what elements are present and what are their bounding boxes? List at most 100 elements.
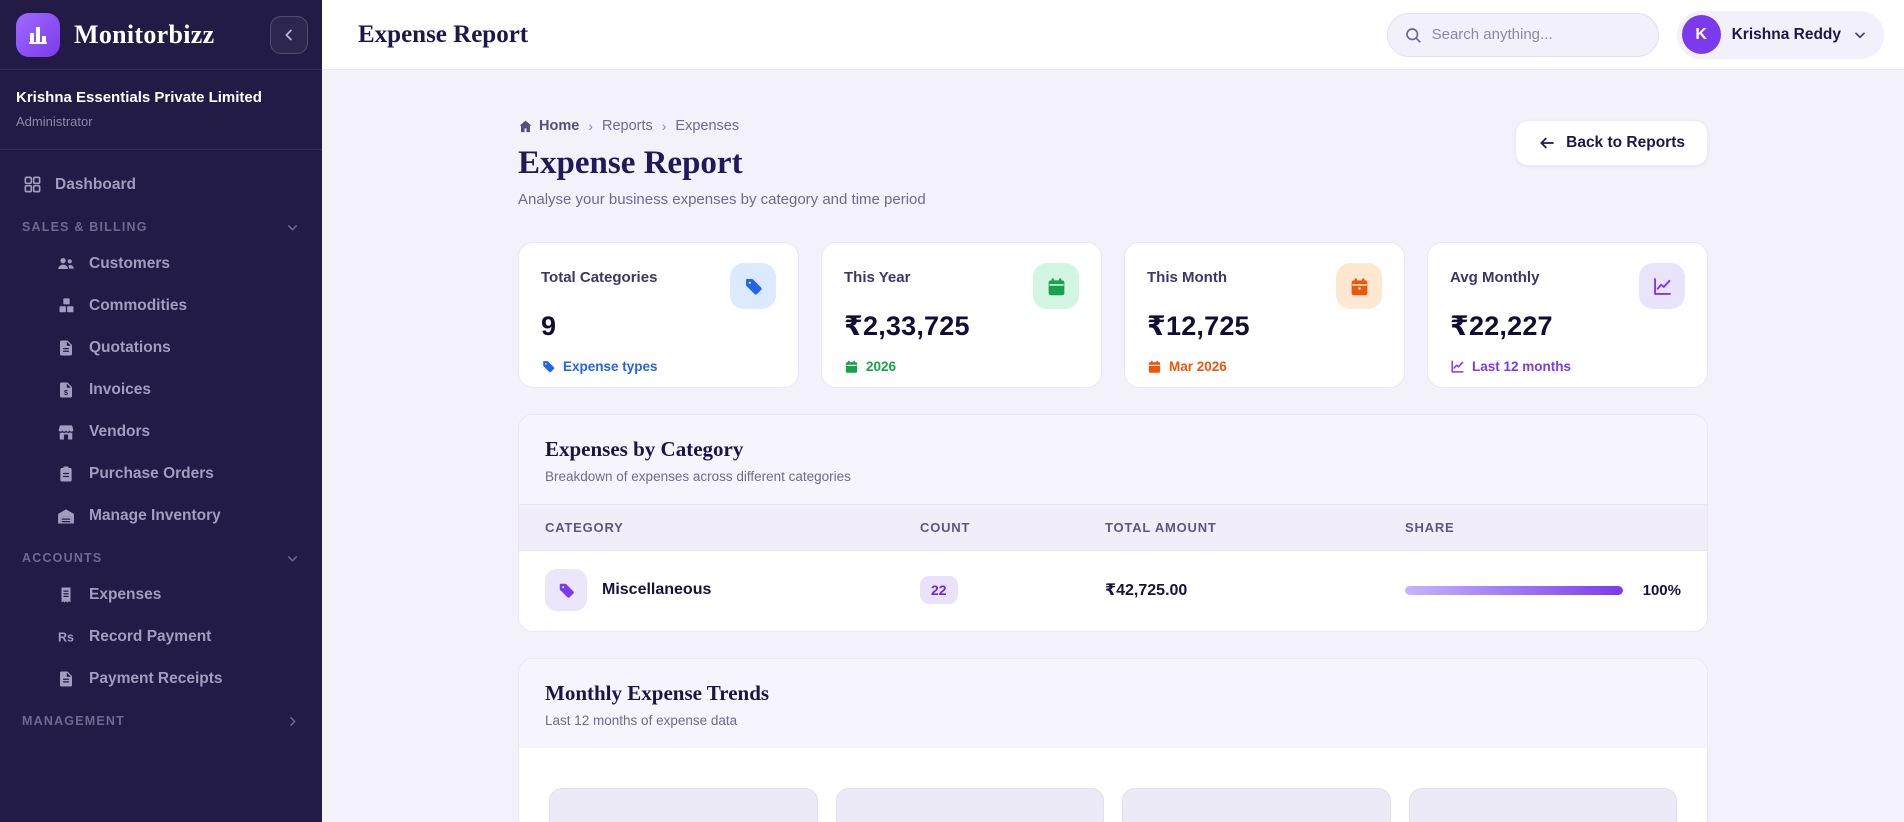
sidebar-item-label: Customers bbox=[89, 254, 170, 272]
breadcrumb-reports[interactable]: Reports bbox=[602, 118, 653, 134]
section-label: ACCOUNTS bbox=[22, 551, 103, 565]
user-menu[interactable]: K Krishna Reddy bbox=[1676, 10, 1884, 59]
sidebar-item-vendors[interactable]: Vendors bbox=[14, 411, 308, 453]
sidebar-item-dashboard[interactable]: Dashboard bbox=[14, 164, 308, 206]
sidebar-item-invoices[interactable]: $ Invoices bbox=[14, 369, 308, 411]
bar-chart-icon bbox=[26, 23, 50, 47]
arrow-left-icon bbox=[1538, 134, 1556, 152]
app-logo bbox=[16, 12, 60, 57]
breadcrumb-expenses: Expenses bbox=[675, 118, 740, 134]
sidebar-item-label: Payment Receipts bbox=[89, 669, 223, 687]
stat-label: Avg Monthly bbox=[1450, 269, 1540, 286]
count-badge: 22 bbox=[920, 576, 958, 604]
chevron-down-icon bbox=[285, 220, 300, 235]
file-receipt-icon bbox=[56, 669, 76, 689]
chart-line-icon bbox=[1450, 359, 1465, 374]
share-progress-bar bbox=[1405, 585, 1623, 595]
category-name: Miscellaneous bbox=[602, 581, 712, 598]
trend-month-card bbox=[835, 788, 1104, 822]
sidebar-item-payment-receipts[interactable]: Payment Receipts bbox=[14, 658, 308, 700]
chevron-left-icon bbox=[280, 26, 298, 44]
avatar: K bbox=[1681, 15, 1721, 54]
sidebar-item-customers[interactable]: Customers bbox=[14, 243, 308, 285]
sidebar-nav: Dashboard SALES & BILLING Customers Comm… bbox=[0, 150, 322, 822]
column-header-share: SHARE bbox=[1405, 520, 1455, 535]
column-header-category: CATEGORY bbox=[545, 520, 624, 535]
sidebar-item-label: Commodities bbox=[89, 296, 188, 314]
card-title: Monthly Expense Trends bbox=[545, 681, 770, 705]
page-title: Expense Report bbox=[518, 145, 743, 181]
calendar-icon bbox=[1336, 263, 1382, 309]
company-block: Krishna Essentials Private Limited Admin… bbox=[0, 70, 322, 150]
chevron-down-icon bbox=[285, 551, 300, 566]
brand-header: Monitorbizz bbox=[0, 0, 322, 70]
trend-month-card bbox=[549, 788, 818, 822]
card-title: Expenses by Category bbox=[545, 437, 744, 461]
users-icon bbox=[56, 254, 76, 274]
search-box bbox=[1386, 12, 1659, 57]
calendar-icon bbox=[1147, 359, 1162, 374]
tag-icon bbox=[545, 569, 587, 611]
grid-icon bbox=[22, 175, 42, 195]
chevron-right-icon bbox=[285, 714, 300, 729]
sidebar-item-label: Purchase Orders bbox=[89, 464, 214, 482]
monthly-expense-trends-card: Monthly Expense Trends Last 12 months of… bbox=[518, 658, 1708, 822]
clipboard-icon bbox=[56, 464, 76, 484]
sidebar-item-record-payment[interactable]: Rs Record Payment bbox=[14, 616, 308, 658]
sidebar-item-label: Record Payment bbox=[89, 627, 212, 645]
back-to-reports-button[interactable]: Back to Reports bbox=[1515, 120, 1708, 166]
total-amount: ₹42,725.00 bbox=[1105, 582, 1188, 599]
sidebar-item-label: Quotations bbox=[89, 338, 171, 356]
trend-month-card bbox=[1122, 788, 1391, 822]
stat-card-this-month: This Month ₹12,725 Mar 2026 bbox=[1124, 242, 1405, 388]
svg-text:Rs: Rs bbox=[58, 630, 74, 644]
content: Home › Reports › Expenses Expense Report… bbox=[322, 70, 1904, 822]
search-input[interactable] bbox=[1431, 26, 1642, 43]
trend-month-cards bbox=[549, 788, 1677, 822]
search-icon bbox=[1404, 26, 1422, 44]
trend-month-card bbox=[1408, 788, 1677, 822]
home-icon bbox=[518, 119, 533, 134]
sidebar-item-label: Vendors bbox=[89, 422, 151, 440]
sidebar-item-label: Dashboard bbox=[55, 175, 136, 193]
breadcrumb: Home › Reports › Expenses bbox=[518, 118, 926, 134]
column-header-total-amount: TOTAL AMOUNT bbox=[1105, 520, 1217, 535]
card-subtitle: Breakdown of expenses across different c… bbox=[545, 469, 851, 484]
calendar-icon bbox=[1033, 263, 1079, 309]
company-role: Administrator bbox=[16, 113, 93, 129]
sidebar-item-expenses[interactable]: Expenses bbox=[14, 574, 308, 616]
column-header-count: COUNT bbox=[920, 520, 971, 535]
sidebar-item-commodities[interactable]: Commodities bbox=[14, 285, 308, 327]
stat-label: This Month bbox=[1147, 269, 1227, 286]
sidebar-collapse-button[interactable] bbox=[270, 15, 308, 54]
sidebar-item-label: Manage Inventory bbox=[89, 506, 221, 524]
chart-line-icon bbox=[1639, 263, 1685, 309]
sidebar-item-manage-inventory[interactable]: Manage Inventory bbox=[14, 495, 308, 537]
main-area: Expense Report K Krishna Reddy bbox=[322, 0, 1904, 822]
stat-value: ₹12,725 bbox=[1147, 311, 1250, 341]
stat-card-this-year: This Year ₹2,33,725 2026 bbox=[821, 242, 1102, 388]
share-progress-fill bbox=[1405, 585, 1623, 595]
sidebar-item-label: Expenses bbox=[89, 585, 162, 603]
stat-card-total-categories: Total Categories 9 Expense types bbox=[518, 242, 799, 388]
tag-icon bbox=[541, 359, 556, 374]
sidebar-item-quotations[interactable]: Quotations bbox=[14, 327, 308, 369]
sidebar-section-sales-billing[interactable]: SALES & BILLING bbox=[14, 206, 308, 243]
breadcrumb-home[interactable]: Home bbox=[518, 118, 579, 134]
expenses-by-category-card: Expenses by Category Breakdown of expens… bbox=[518, 414, 1708, 632]
topbar-title: Expense Report bbox=[358, 20, 529, 48]
boxes-icon bbox=[56, 296, 76, 316]
chevron-down-icon bbox=[1852, 27, 1868, 43]
svg-text:$: $ bbox=[64, 388, 68, 396]
sidebar-item-purchase-orders[interactable]: Purchase Orders bbox=[14, 453, 308, 495]
rupee-icon: Rs bbox=[56, 627, 76, 647]
stat-label: This Year bbox=[844, 269, 911, 286]
sidebar-section-accounts[interactable]: ACCOUNTS bbox=[14, 537, 308, 574]
receipt-icon bbox=[56, 585, 76, 605]
stat-cards: Total Categories 9 Expense types This Ye… bbox=[518, 242, 1708, 388]
calendar-icon bbox=[844, 359, 859, 374]
stat-value: 9 bbox=[541, 311, 557, 341]
stat-label: Total Categories bbox=[541, 269, 658, 286]
sidebar-section-management[interactable]: MANAGEMENT bbox=[14, 700, 308, 737]
page-subtitle: Analyse your business expenses by catego… bbox=[518, 191, 926, 208]
